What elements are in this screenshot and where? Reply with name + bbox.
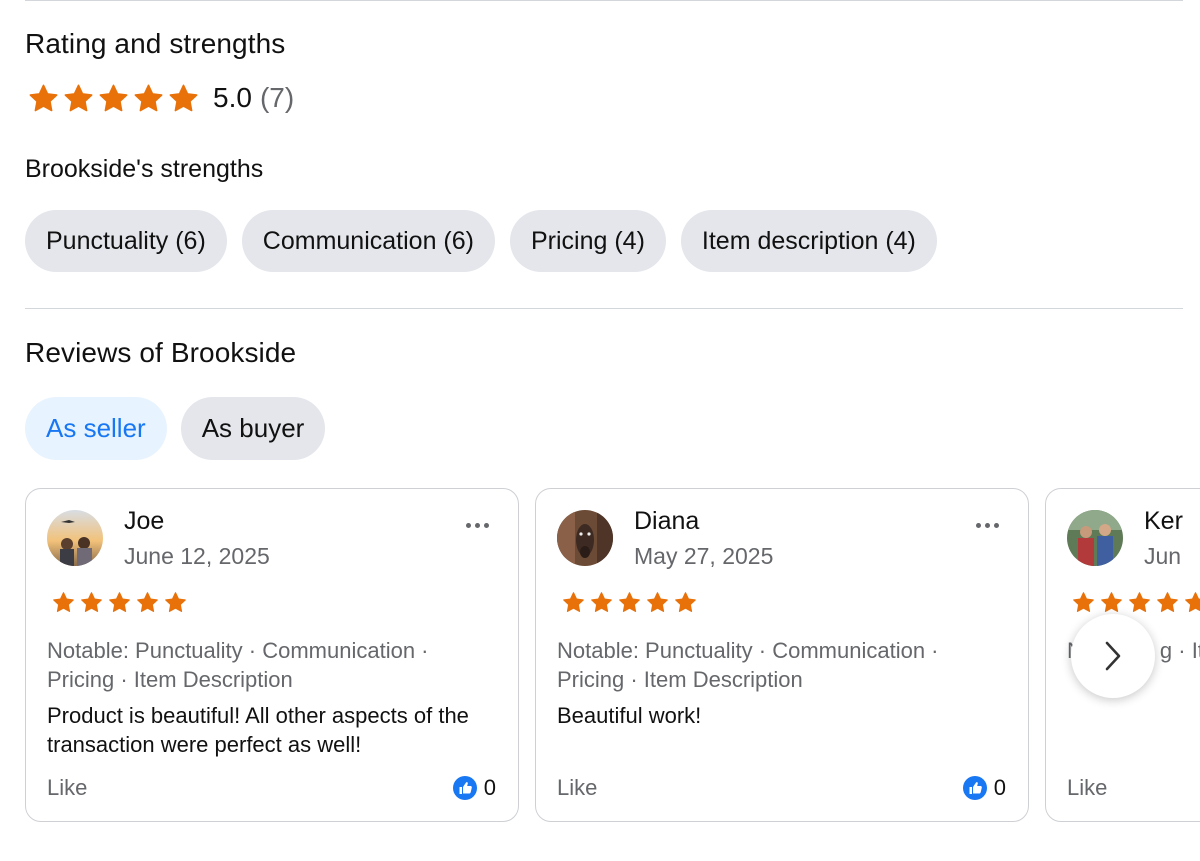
- review-comment: Product is beautiful! All other aspects …: [47, 703, 469, 757]
- like-count-group: 0: [962, 775, 1006, 801]
- chevron-right-icon: [1105, 641, 1121, 671]
- star-icon: [169, 84, 198, 111]
- avatar[interactable]: [47, 510, 103, 566]
- star-icon: [1129, 592, 1150, 612]
- rating-section-title: Rating and strengths: [25, 28, 286, 59]
- reviewer-name[interactable]: Diana: [634, 507, 699, 536]
- strength-chips: Punctuality (6) Communication (6) Pricin…: [25, 210, 937, 272]
- star-icon: [137, 592, 158, 612]
- reviewer-name[interactable]: Ker: [1144, 507, 1183, 536]
- section-divider: [25, 308, 1183, 309]
- next-review-button[interactable]: [1071, 614, 1155, 698]
- rating-count: (7): [259, 82, 295, 113]
- review-comment: Beautiful work!: [557, 703, 702, 728]
- star-icon: [1157, 592, 1178, 612]
- review-stars: [1072, 591, 1200, 614]
- overall-rating: 5.0 (7): [28, 78, 294, 118]
- review-tabs: As seller As buyer: [25, 397, 326, 460]
- star-icon: [1101, 592, 1122, 612]
- star-icon: [64, 84, 93, 111]
- like-button[interactable]: Like: [1067, 775, 1107, 801]
- review-stars: [562, 591, 697, 614]
- star-icon: [647, 592, 668, 612]
- review-stars: [52, 591, 187, 614]
- overall-rating-stars: [28, 83, 199, 114]
- star-icon: [675, 592, 696, 612]
- like-count: 0: [993, 775, 1006, 800]
- review-date: June 12, 2025: [124, 543, 270, 569]
- review-card: Diana May 27, 2025 Notable: Punctuality …: [535, 488, 1029, 822]
- star-icon: [99, 84, 128, 111]
- star-icon: [29, 84, 58, 111]
- reviews-title: Reviews of Brookside: [25, 337, 297, 368]
- avatar[interactable]: [1067, 510, 1123, 566]
- star-icon: [619, 592, 640, 612]
- notable-strengths: Notable: Punctuality · Communication · P…: [557, 638, 939, 692]
- star-icon: [1073, 592, 1094, 612]
- more-horizontal-icon[interactable]: [976, 523, 999, 528]
- rating-score: 5.0: [213, 82, 252, 113]
- top-divider: [25, 0, 1183, 1]
- like-count-group: 0: [452, 775, 496, 801]
- star-icon: [81, 592, 102, 612]
- review-date: May 27, 2025: [634, 543, 774, 569]
- star-icon: [53, 592, 74, 612]
- strength-chip-communication[interactable]: Communication (6): [241, 210, 495, 272]
- thumbs-up-icon: [452, 776, 477, 800]
- star-icon: [1185, 592, 1200, 612]
- star-icon: [563, 592, 584, 612]
- star-icon: [591, 592, 612, 612]
- tab-as-buyer[interactable]: As buyer: [180, 397, 326, 460]
- avatar[interactable]: [557, 510, 613, 566]
- review-date: Jun: [1144, 543, 1182, 569]
- thumbs-up-icon: [962, 776, 987, 800]
- reviewer-name[interactable]: Joe: [124, 507, 164, 536]
- like-button[interactable]: Like: [47, 775, 87, 801]
- tab-as-seller[interactable]: As seller: [25, 397, 167, 460]
- like-button[interactable]: Like: [557, 775, 597, 801]
- notable-strengths: Notable: Punctuality · Communication · P…: [47, 638, 429, 692]
- star-icon: [134, 84, 163, 111]
- review-card: Joe June 12, 2025 Notable: Punctuality ·…: [25, 488, 519, 822]
- strength-chip-punctuality[interactable]: Punctuality (6): [25, 210, 227, 272]
- strengths-title: Brookside's strengths: [25, 155, 264, 183]
- strength-chip-pricing[interactable]: Pricing (4): [509, 210, 666, 272]
- more-horizontal-icon[interactable]: [466, 523, 489, 528]
- star-icon: [109, 592, 130, 612]
- star-icon: [165, 592, 186, 612]
- like-count: 0: [483, 775, 496, 800]
- strength-chip-item-description[interactable]: Item description (4): [680, 210, 937, 272]
